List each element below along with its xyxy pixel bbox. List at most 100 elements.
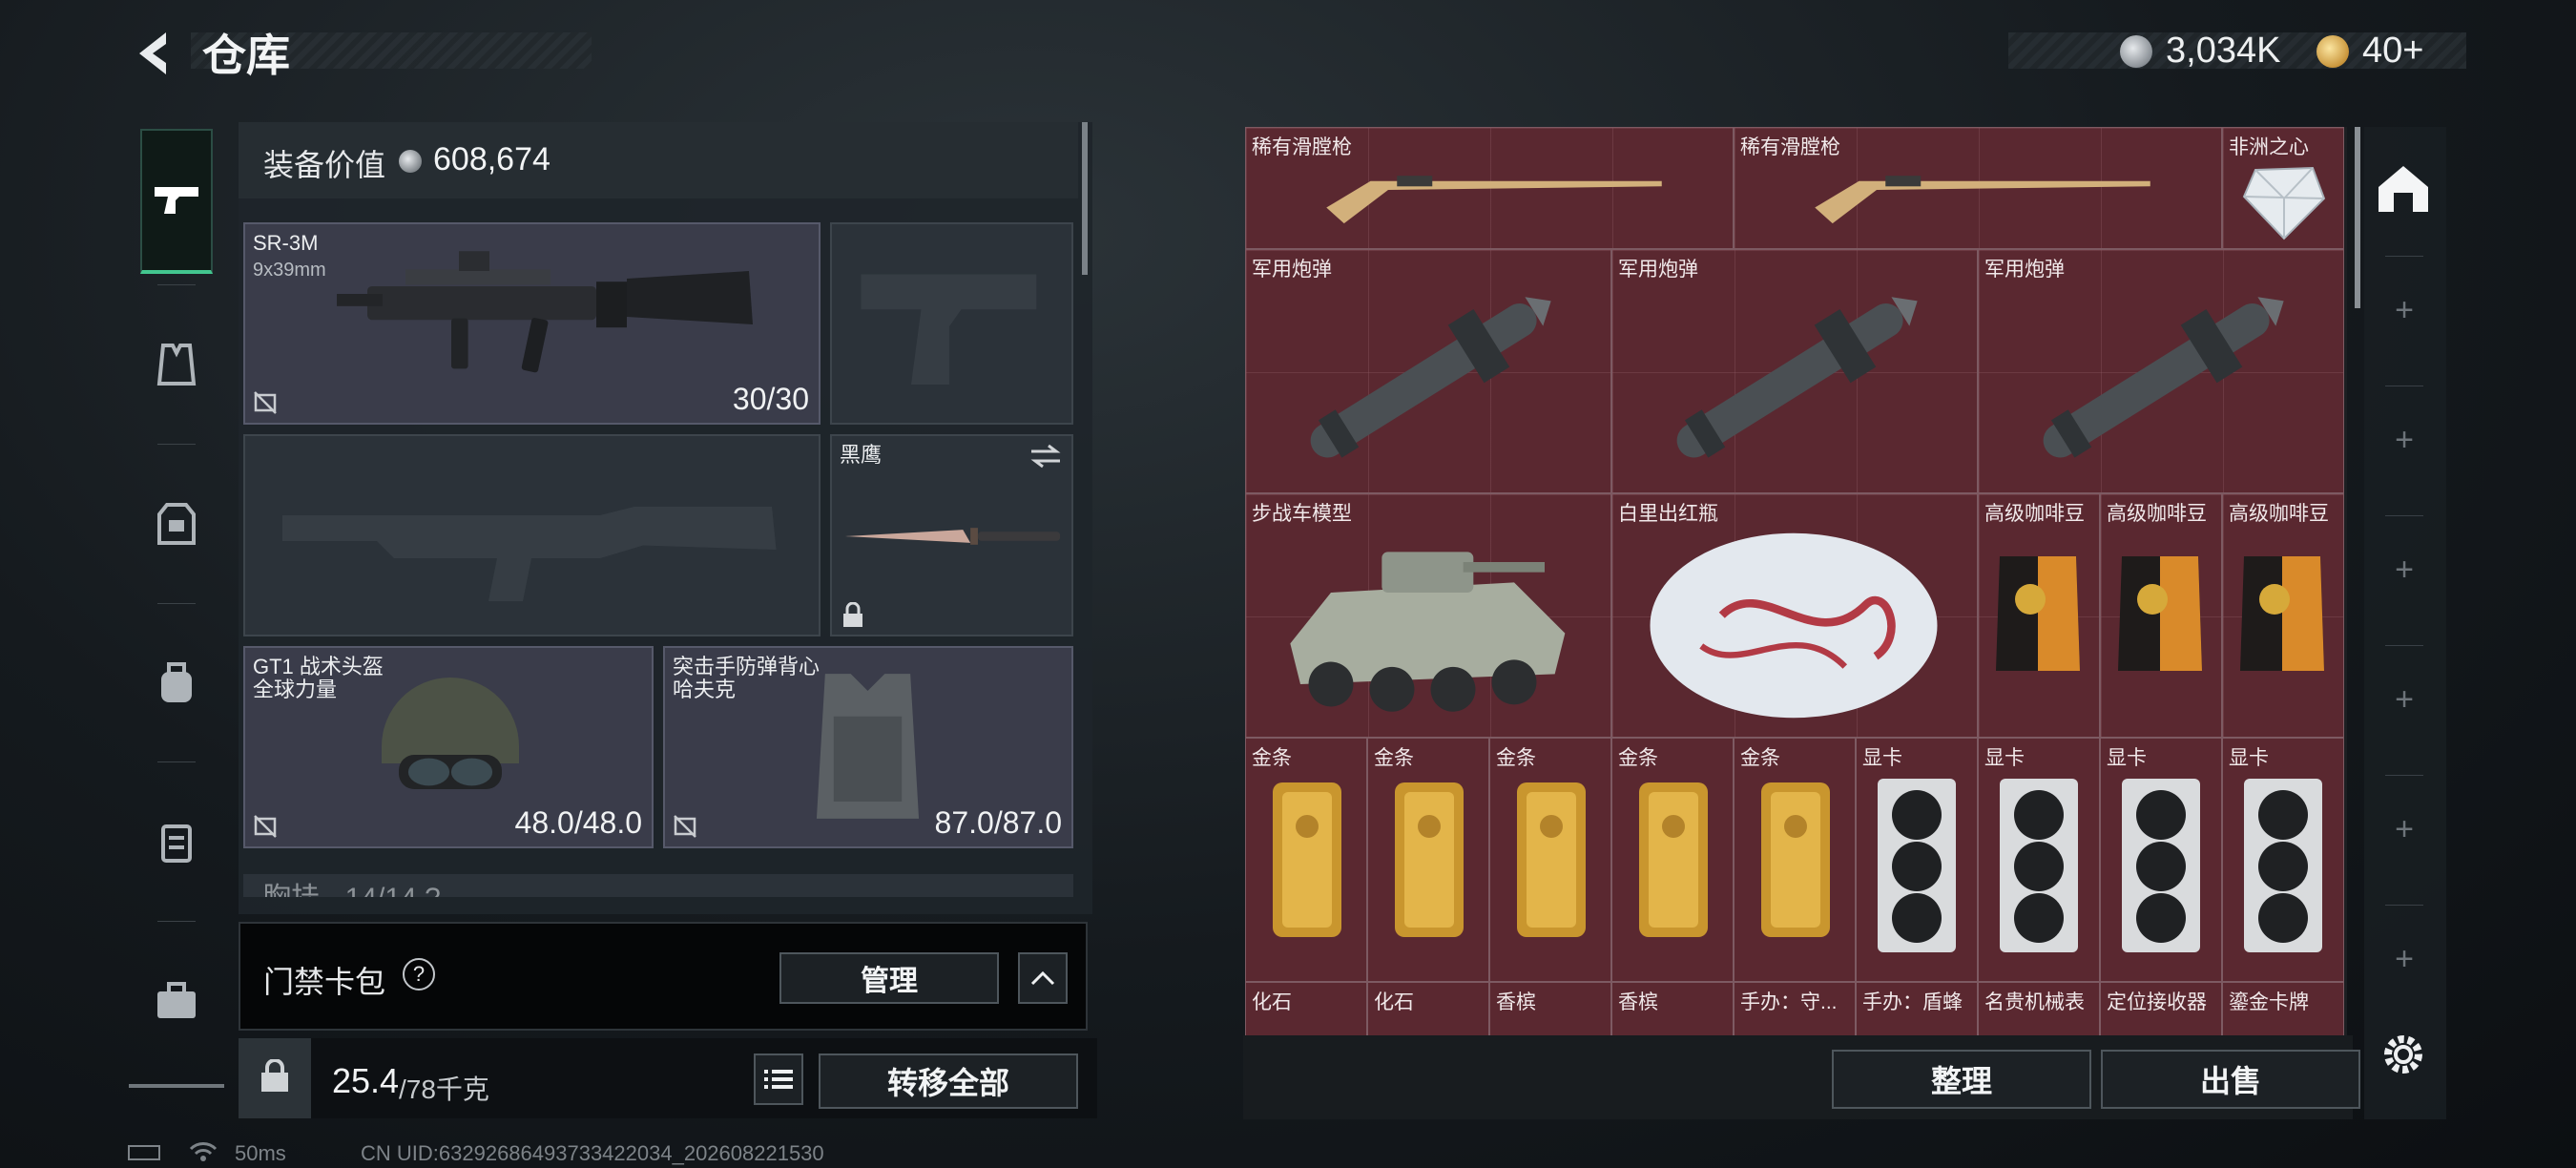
armor-vest-image: [816, 674, 920, 819]
helmet-image: [382, 678, 519, 789]
musket-image: [1815, 176, 2150, 224]
gear-icon[interactable]: [2379, 1031, 2427, 1078]
primary-weapon-name: SR-3M: [253, 231, 319, 255]
rifle-image: [337, 251, 753, 373]
item-name: 香槟: [1618, 991, 1658, 1013]
item-slot[interactable]: 香槟: [1611, 982, 1734, 1035]
missile-image: [1676, 297, 1918, 458]
nav-case[interactable]: [140, 928, 213, 1074]
add-tab-icon[interactable]: +: [2371, 811, 2438, 868]
armor-brand: 哈夫克: [673, 678, 737, 701]
item-slot[interactable]: 金条: [1245, 738, 1367, 982]
backpack-icon: [161, 662, 192, 702]
item-slot[interactable]: 化石: [1367, 982, 1489, 1035]
item-slot[interactable]: 显卡: [1856, 738, 1978, 982]
helmet-durability: 48.0/48.0: [514, 805, 642, 840]
manage-button[interactable]: 管理: [779, 952, 999, 1004]
item-slot[interactable]: 高级咖啡豆: [2222, 493, 2344, 738]
item-slot[interactable]: 军用炮弹: [1611, 249, 1978, 493]
item-name: 手办：守...: [1740, 991, 1838, 1013]
item-name: 高级咖啡豆: [2229, 503, 2329, 525]
item-name: 显卡: [2107, 747, 2147, 769]
transfer-all-button[interactable]: 转移全部: [819, 1053, 1078, 1109]
help-icon[interactable]: ?: [403, 958, 435, 991]
primary-weapon-slot[interactable]: SR-3M 9x39mm 30/30: [243, 222, 821, 425]
keycard-label: 门禁卡包: [263, 965, 386, 999]
item-name: 高级咖啡豆: [1984, 503, 2085, 525]
chest-rig-slot[interactable]: 胸挂 · 14/14 ?: [243, 874, 1073, 897]
primary-weapon-durability: 30/30: [732, 382, 809, 416]
wifi-icon: [189, 1142, 218, 1161]
item-slot[interactable]: 高级咖啡豆: [1978, 493, 2100, 738]
add-tab-icon[interactable]: +: [2371, 941, 2438, 998]
pouch-icon: [161, 824, 192, 863]
item-name: 高级咖啡豆: [2107, 503, 2207, 525]
armor-slot[interactable]: 突击手防弹背心 哈夫克 87.0/87.0: [663, 646, 1073, 848]
silver-coin-icon: [2120, 35, 2152, 68]
page-title: 仓库: [202, 31, 290, 80]
nav-bottom-line: [129, 1084, 224, 1088]
item-slot[interactable]: 手办：守...: [1734, 982, 1856, 1035]
item-slot[interactable]: 显卡: [2222, 738, 2344, 982]
item-slot[interactable]: 稀有滑膛枪: [1245, 127, 1734, 249]
coffee-bag-image: [2240, 556, 2324, 671]
list-icon: [764, 1070, 793, 1089]
vest-icon: [156, 344, 197, 386]
nav-weapons[interactable]: [140, 129, 213, 274]
item-slot[interactable]: 军用炮弹: [1245, 249, 1611, 493]
item-slot[interactable]: 军用炮弹: [1978, 249, 2344, 493]
collapse-button[interactable]: [1018, 952, 1068, 1004]
organize-button[interactable]: 整理: [1832, 1050, 2091, 1109]
gpu-image: [2122, 779, 2200, 952]
item-slot[interactable]: 名贵机械表: [1978, 982, 2100, 1035]
storage-home-icon[interactable]: [2375, 162, 2432, 216]
add-tab-icon[interactable]: +: [2371, 552, 2438, 609]
item-slot[interactable]: 非洲之心: [2222, 127, 2344, 249]
item-name: 金条: [1618, 747, 1658, 769]
item-slot[interactable]: 化石: [1245, 982, 1367, 1035]
list-view-button[interactable]: [754, 1053, 803, 1105]
item-slot[interactable]: 金条: [1367, 738, 1489, 982]
keycard-bar: 门禁卡包 ? 管理: [239, 922, 1088, 1031]
secondary-weapon-slot[interactable]: [243, 434, 821, 636]
item-slot[interactable]: 金条: [1734, 738, 1856, 982]
add-tab-icon[interactable]: +: [2371, 681, 2438, 739]
item-slot[interactable]: 金条: [1611, 738, 1734, 982]
item-slot[interactable]: 鎏金卡牌: [2222, 982, 2344, 1035]
add-tab-icon[interactable]: +: [2371, 422, 2438, 479]
coffee-bag-image: [1996, 556, 2080, 671]
nav-chest-rig[interactable]: [140, 292, 213, 437]
back-arrow-icon[interactable]: [128, 25, 185, 82]
porcelain-vase-image: [1650, 532, 1938, 719]
add-tab-icon[interactable]: +: [2371, 292, 2438, 349]
item-name: 定位接收器: [2107, 991, 2207, 1013]
item-slot[interactable]: 稀有滑膛枪: [1734, 127, 2222, 249]
swap-icon[interactable]: [1029, 444, 1062, 469]
missile-image: [1310, 297, 1551, 458]
item-slot[interactable]: 香槟: [1489, 982, 1611, 1035]
nav-armor[interactable]: [140, 451, 213, 596]
item-name: 手办：盾蜂: [1862, 991, 1963, 1013]
item-slot[interactable]: 高级咖啡豆: [2100, 493, 2222, 738]
nav-backpack[interactable]: [140, 611, 213, 756]
item-slot[interactable]: 定位接收器: [2100, 982, 2222, 1035]
loadout-scrollbar[interactable]: [1082, 122, 1088, 275]
pistol-icon: [155, 187, 198, 214]
item-slot[interactable]: 手办：盾蜂: [1856, 982, 1978, 1035]
item-slot[interactable]: 白里出红瓶: [1611, 493, 1978, 738]
silver-coin-icon: [399, 150, 422, 173]
item-slot[interactable]: 金条: [1489, 738, 1611, 982]
sell-button[interactable]: 出售: [2101, 1050, 2360, 1109]
item-slot[interactable]: 显卡: [1978, 738, 2100, 982]
storage-scrollbar[interactable]: [2355, 127, 2360, 308]
melee-slot[interactable]: 黑鹰: [830, 434, 1073, 636]
item-slot[interactable]: 步战车模型: [1245, 493, 1611, 738]
item-slot[interactable]: 显卡: [2100, 738, 2222, 982]
pistol-slot[interactable]: [830, 222, 1073, 425]
weight-current: 25.4: [332, 1061, 400, 1100]
no-drop-icon: [254, 391, 277, 414]
nav-pouch[interactable]: [140, 769, 213, 914]
helmet-slot[interactable]: GT1 战术头盔 全球力量 48.0/48.0: [243, 646, 654, 848]
weight-max: /78千克: [399, 1074, 489, 1104]
item-name: 显卡: [1862, 747, 1902, 769]
